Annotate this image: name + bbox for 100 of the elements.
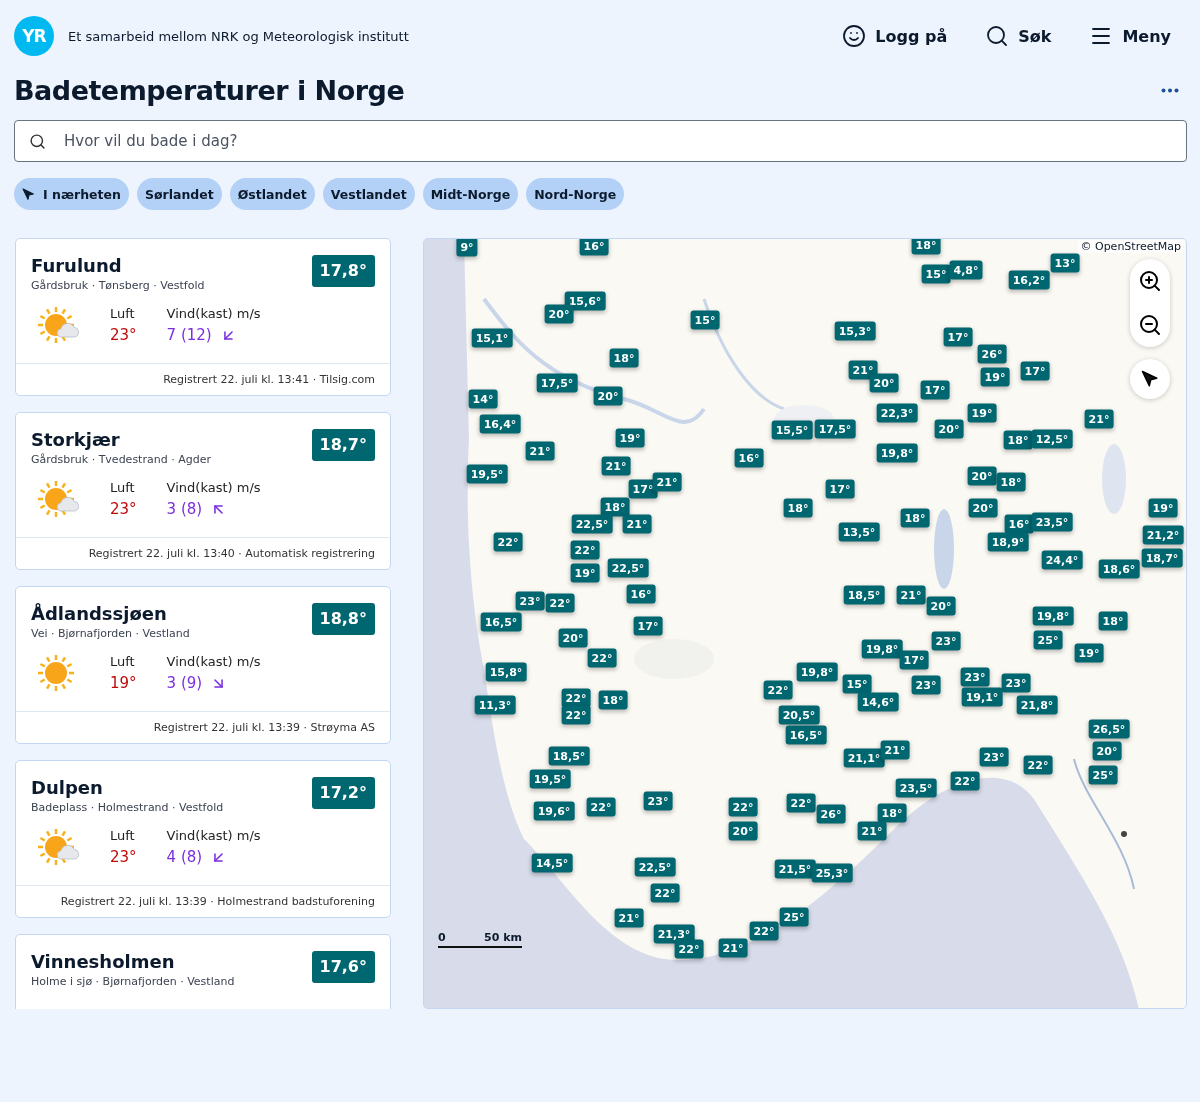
temperature-marker[interactable]: 19,6° [533,801,575,821]
temperature-marker[interactable]: 20° [968,498,998,518]
temperature-marker[interactable]: 23° [931,631,961,651]
temperature-marker[interactable]: 13,5° [838,522,880,542]
temperature-marker[interactable]: 17° [825,479,855,499]
temperature-marker[interactable]: 22° [586,797,616,817]
temperature-marker[interactable]: 18° [877,803,907,823]
temperature-marker[interactable]: 16,5° [480,612,522,632]
temperature-marker[interactable]: 22° [570,540,600,560]
temperature-marker[interactable]: 18° [1003,430,1033,450]
temperature-marker[interactable]: 18° [900,508,930,528]
temperature-marker[interactable]: 13° [1050,253,1080,273]
temperature-marker[interactable]: 20° [869,373,899,393]
temperature-marker[interactable]: 19,1° [961,687,1003,707]
temperature-marker[interactable]: 17° [628,479,658,499]
login-button[interactable]: Logg på [842,24,948,48]
spot-card[interactable]: Ådlandssjøen Vei · Bjørnafjorden · Vestland 18,8° Luft 19° Vind(kast) m/s 3 (9) Registrert 22. juli kl. 13:39 · Strøyma AS [15,586,391,744]
temperature-marker[interactable]: 20° [593,386,623,406]
temperature-marker[interactable]: 14,6° [857,692,899,712]
temperature-marker[interactable]: 12,5° [1031,429,1073,449]
temperature-marker[interactable]: 25° [779,907,809,927]
temperature-marker[interactable]: 22° [587,648,617,668]
temperature-marker[interactable]: 16° [1004,514,1034,534]
temperature-marker[interactable]: 23° [1001,673,1031,693]
temperature-marker[interactable]: 14° [468,389,498,409]
temperature-marker[interactable]: 16,5° [785,725,827,745]
temperature-marker[interactable]: 18° [911,239,941,255]
more-icon[interactable] [1161,87,1179,93]
temperature-marker[interactable]: 20° [558,628,588,648]
temperature-marker[interactable]: 16,4° [479,414,521,434]
temperature-marker[interactable]: 17,5° [536,373,578,393]
temperature-marker[interactable]: 21° [896,585,926,605]
temperature-marker[interactable]: 22° [749,921,779,941]
temperature-marker[interactable]: 18,7° [1141,548,1183,568]
temperature-marker[interactable]: 22° [763,680,793,700]
region-chip[interactable]: Nord-Norge [526,178,625,210]
temperature-marker[interactable]: 22° [786,793,816,813]
temperature-marker[interactable]: 17° [1020,361,1050,381]
temperature-marker[interactable]: 18° [996,472,1026,492]
temperature-marker[interactable]: 18,5° [548,746,590,766]
temperature-marker[interactable]: 21° [857,821,887,841]
temperature-marker[interactable]: 25° [1088,765,1118,785]
temperature-marker[interactable]: 19,8° [796,662,838,682]
temperature-marker[interactable]: 23° [979,747,1009,767]
temperature-marker[interactable]: 20,5° [778,705,820,725]
search-button[interactable]: Søk [985,24,1052,48]
temperature-marker[interactable]: 21° [718,938,748,958]
temperature-marker[interactable]: 18,6° [1098,559,1140,579]
temperature-marker[interactable]: 26° [977,344,1007,364]
temperature-marker[interactable]: 21° [614,908,644,928]
temperature-marker[interactable]: 18° [783,498,813,518]
temperature-marker[interactable]: 14,5° [531,853,573,873]
temperature-marker[interactable]: 19° [1074,643,1104,663]
temperature-marker[interactable]: 20° [1092,741,1122,761]
temperature-marker[interactable]: 22° [493,532,523,552]
temperature-marker[interactable]: 15° [921,264,951,284]
temperature-marker[interactable]: 23,5° [1031,512,1073,532]
region-chip[interactable]: Vestlandet [322,178,415,210]
temperature-marker[interactable]: 20° [544,304,574,324]
temperature-marker[interactable]: 22,5° [607,558,649,578]
temperature-marker[interactable]: 21° [601,456,631,476]
temperature-marker[interactable]: 21° [848,360,878,380]
temperature-marker[interactable]: 21,1° [843,748,885,768]
temperature-marker[interactable]: 23° [911,675,941,695]
temperature-marker[interactable]: 16° [626,584,656,604]
temperature-marker[interactable]: 15,3° [834,321,876,341]
temperature-marker[interactable]: 19,5° [529,769,571,789]
temperature-marker[interactable]: 15,1° [471,328,513,348]
temperature-marker[interactable]: 18° [600,497,630,517]
temperature-marker[interactable]: 23,5° [895,778,937,798]
temperature-marker[interactable]: 17° [633,616,663,636]
temperature-marker[interactable]: 21,2° [1142,525,1184,545]
temperature-marker[interactable]: 21° [880,740,910,760]
region-chip[interactable]: Midt-Norge [422,178,519,210]
temperature-marker[interactable]: 22° [1023,755,1053,775]
temperature-marker[interactable]: 17,5° [814,419,856,439]
temperature-marker[interactable]: 22° [950,771,980,791]
region-chip[interactable]: Østlandet [229,178,315,210]
temperature-marker[interactable]: 20° [728,821,758,841]
temperature-marker[interactable]: 11,3° [474,695,516,715]
temperature-marker[interactable]: 20° [967,466,997,486]
temperature-marker[interactable]: 17° [899,650,929,670]
temperature-marker[interactable]: 22° [650,883,680,903]
temperature-marker[interactable]: 19° [980,367,1010,387]
temperature-marker[interactable]: 21,5° [774,859,816,879]
temperature-marker[interactable]: 15,5° [771,420,813,440]
temperature-marker[interactable]: 18° [598,690,628,710]
temperature-marker[interactable]: 18,9° [987,532,1029,552]
temperature-marker[interactable]: 16° [579,239,609,256]
menu-button[interactable]: Meny [1089,24,1171,48]
temperature-marker[interactable]: 23° [515,591,545,611]
temperature-marker[interactable]: 19° [570,563,600,583]
temperature-marker[interactable]: 24,4° [1041,550,1083,570]
temperature-marker[interactable]: 17° [943,327,973,347]
spot-card[interactable]: Vinnesholmen Holme i sjø · Bjørnafjorden · Vestland 17,6° [15,934,391,1009]
temperature-marker[interactable]: 20° [926,596,956,616]
temperature-marker[interactable]: 19,8° [876,443,918,463]
temperature-marker[interactable]: 19° [1148,498,1178,518]
temperature-marker[interactable]: 22,3° [876,403,918,423]
temperature-marker[interactable]: 19,8° [861,639,903,659]
